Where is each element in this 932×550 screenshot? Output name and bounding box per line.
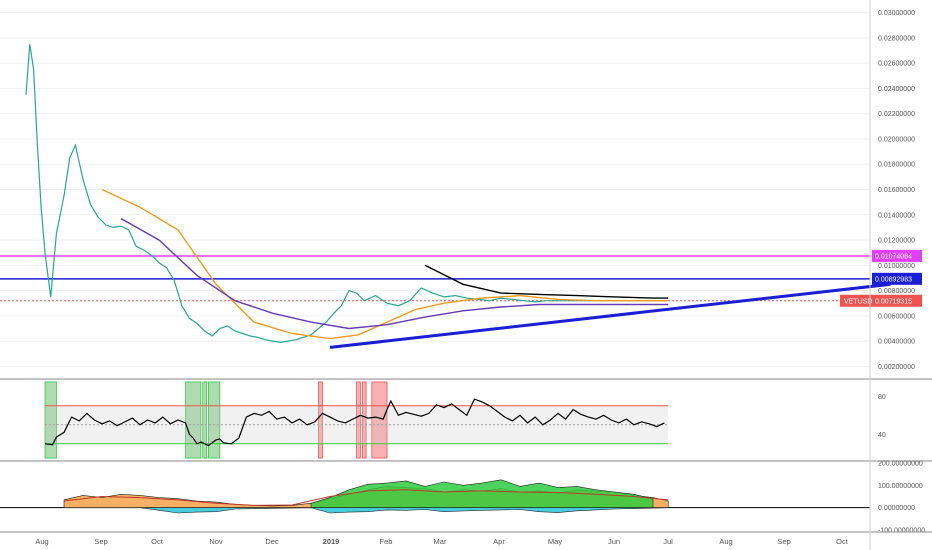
x-tick-label: Jul bbox=[663, 537, 673, 546]
rsi-tick-label: 40 bbox=[878, 432, 886, 439]
level-label: 0.00892983 bbox=[875, 276, 912, 283]
y-tick-label: 0.01200000 bbox=[878, 238, 915, 245]
y-tick-label: 0.02400000 bbox=[878, 86, 915, 93]
y-tick-label: 0.01000000 bbox=[878, 263, 915, 270]
price-panel: 0.01074084 0.00892983 VETUSD 0.00719315 0.0… bbox=[0, 10, 922, 371]
x-tick-label: Aug bbox=[719, 537, 732, 546]
y-tick-label: 0.00400000 bbox=[878, 339, 915, 346]
y-tick-label: 0.03000000 bbox=[878, 10, 915, 17]
x-tick-label: Feb bbox=[380, 537, 393, 546]
y-tick-label: 0.01400000 bbox=[878, 212, 915, 219]
osc-tick-label: 0.00000000 bbox=[878, 505, 915, 512]
rsi-panel: 80 40 bbox=[44, 381, 886, 459]
y-tick-label: 0.00600000 bbox=[878, 313, 915, 320]
x-tick-label: Oct bbox=[836, 537, 849, 546]
osc-green-area bbox=[310, 479, 654, 508]
x-tick-label: Sep bbox=[777, 537, 790, 546]
chart-canvas: 0.01074084 0.00892983 VETUSD 0.00719315 0.0… bbox=[0, 0, 932, 550]
y-tick-label: 0.02800000 bbox=[878, 35, 915, 42]
series-ma-black bbox=[424, 264, 669, 299]
osc-tick-label: 200.00000000 bbox=[878, 461, 923, 468]
osc-tick-label: -100.00000000 bbox=[878, 528, 925, 535]
y-tick-label: 0.01800000 bbox=[878, 162, 915, 169]
symbol-label: VETUSD bbox=[844, 298, 872, 305]
x-tick-label: Jun bbox=[608, 537, 620, 546]
rsi-tick-label: 80 bbox=[878, 394, 886, 401]
y-tick-label: 0.02000000 bbox=[878, 136, 915, 143]
level-label: 0.01074084 bbox=[875, 253, 912, 260]
osc-tick-label: 100.00000000 bbox=[878, 483, 923, 490]
y-tick-label: 0.01600000 bbox=[878, 187, 915, 194]
x-tick-label: Mar bbox=[434, 537, 447, 546]
y-tick-label: 0.02200000 bbox=[878, 111, 915, 118]
osc-cyan-area bbox=[139, 507, 669, 514]
x-tick-label: Sep bbox=[94, 537, 107, 546]
x-tick-label: Nov bbox=[209, 537, 223, 546]
y-tick-label: 0.00200000 bbox=[878, 364, 915, 371]
x-tick-label: Dec bbox=[265, 537, 279, 546]
y-tick-label: 0.00800000 bbox=[878, 288, 915, 295]
x-axis: Aug Sep Oct Nov Dec 2019 Feb Mar Apr May Jun Jul Aug… bbox=[35, 537, 848, 546]
last-price-label: 0.00719315 bbox=[875, 298, 912, 305]
y-tick-label: 0.02600000 bbox=[878, 61, 915, 68]
x-tick-label: Apr bbox=[493, 537, 505, 546]
series-ma-purple bbox=[120, 217, 669, 330]
x-tick-label: Oct bbox=[151, 537, 164, 546]
x-tick-label: May bbox=[548, 537, 562, 546]
x-tick-label: 2019 bbox=[323, 537, 340, 546]
x-tick-label: Aug bbox=[35, 537, 48, 546]
oscillator-panel: 200.00000000 100.00000000 0.00000000 -100.0… bbox=[0, 461, 925, 535]
